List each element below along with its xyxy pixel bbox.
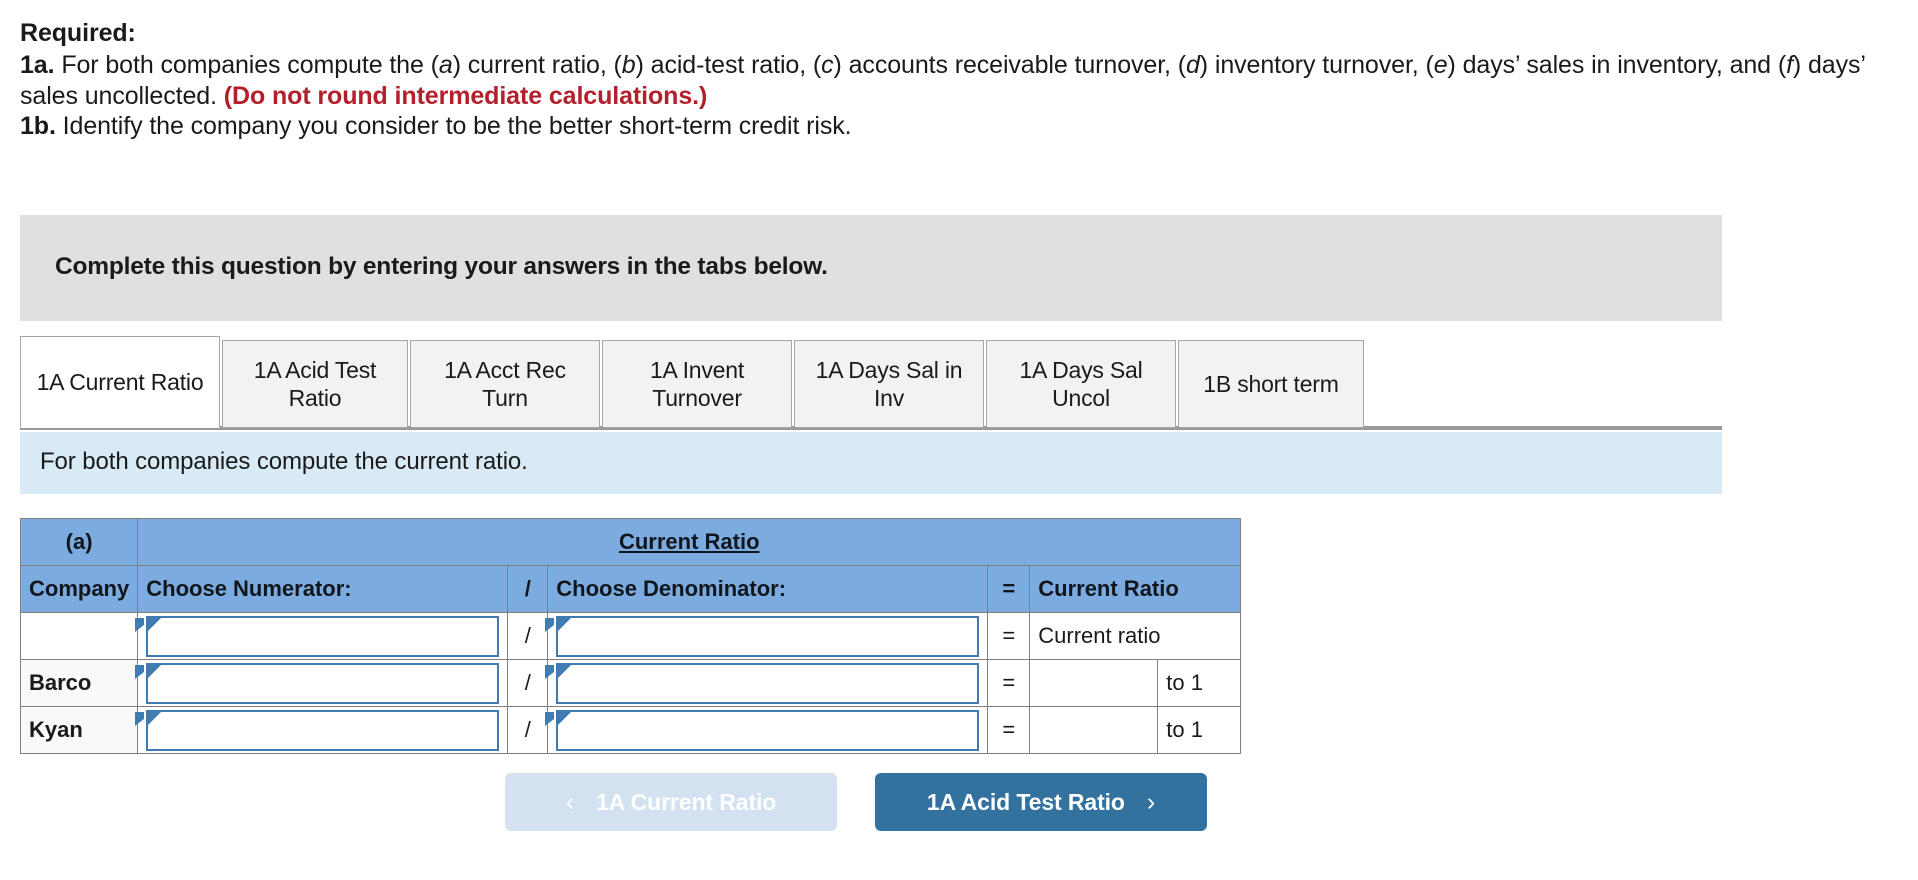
header-numerator: Choose Numerator: (137, 565, 509, 613)
tab-list: 1A Current Ratio 1A Acid Test Ratio 1A Acc… (20, 336, 1722, 428)
required-heading: Required: (20, 19, 136, 47)
required-item-1b: 1b. Identify the company you consider to… (20, 111, 1898, 142)
text-segment: Identify the company you consider to be … (55, 112, 852, 141)
tab-1a-days-sal-in-inv[interactable]: 1A Days Sal in Inv (794, 340, 984, 428)
text-segment: ) days’ sales in inventory, and ( (1447, 50, 1787, 79)
emphasis-text: c (821, 50, 834, 79)
tab-1a-days-sal-uncol[interactable]: 1A Days Sal Uncol (986, 340, 1176, 428)
instruction-banner: Complete this question by entering your … (20, 215, 1722, 321)
required-item-1b-text: Identify the company you consider to be … (56, 112, 852, 140)
row-1-denominator-cell (545, 659, 989, 707)
next-tab-label: 1A Acid Test Ratio (926, 788, 1125, 815)
dropdown-marker-icon (545, 664, 572, 679)
tab-1a-current-ratio[interactable]: 1A Current Ratio (20, 336, 220, 428)
text-segment: ) inventory turnover, ( (1199, 50, 1434, 79)
row-1-company: Barco (19, 659, 139, 707)
dropdown-marker-icon (135, 711, 162, 726)
header-company: Company (19, 565, 139, 613)
required-item-1a-label: 1a. (20, 50, 55, 79)
instruction-banner-text: Complete this question by entering your … (55, 253, 828, 280)
row-2-denominator-dropdown[interactable] (545, 709, 980, 751)
row-0-denominator-dropdown[interactable] (545, 615, 980, 657)
tab-1a-acid-test-ratio-label: 1A Acid Test Ratio (253, 356, 377, 411)
dropdown-marker-icon (545, 617, 572, 632)
tab-1a-days-sal-in-inv-label: 1A Days Sal in Inv (815, 356, 963, 411)
navigation-buttons: ‹ 1A Current Ratio 1A Acid Test Ratio › (505, 773, 1207, 831)
text-segment: ) acid-test ratio, ( (635, 50, 822, 79)
warning-text: (Do not round intermediate calculations.… (223, 81, 708, 110)
row-2-slash: / (507, 706, 549, 754)
tab-1b-short-term-label: 1B short term (1203, 370, 1339, 397)
question-instruction-text: For both companies compute the current r… (40, 448, 528, 475)
previous-tab-label: 1A Current Ratio (595, 788, 777, 815)
current-ratio-answer-table: (a) Current Ratio Company Choose Numerat… (19, 518, 1242, 754)
row-0-result-label: Current ratio (1029, 612, 1242, 660)
row-0-equals: = (987, 612, 1031, 660)
row-0-slash: / (507, 612, 549, 660)
row-2-numerator-dropdown[interactable] (135, 709, 500, 751)
emphasis-text: e (1433, 50, 1448, 79)
row-2-company: Kyan (19, 706, 139, 754)
required-item-1a-text: For both companies compute the (a) curre… (20, 51, 1865, 110)
tab-1a-current-ratio-label: 1A Current Ratio (36, 368, 204, 395)
tab-1a-invent-turnover-label: 1A Invent Turnover (649, 356, 745, 411)
table-row: Kyan / = to 1 (19, 706, 1242, 754)
dropdown-marker-icon (135, 664, 162, 679)
header-table-title: Current Ratio (137, 518, 1242, 566)
row-0-numerator-dropdown[interactable] (135, 615, 500, 657)
row-1-result-value[interactable] (1029, 659, 1159, 707)
emphasis-text: d (1185, 50, 1200, 79)
table-row: / = Current ratio (19, 612, 1242, 660)
row-1-equals: = (987, 659, 1031, 707)
required-item-1b-label: 1b. (20, 112, 56, 141)
required-item-1a: 1a. For both companies compute the (a) c… (20, 50, 1898, 112)
row-1-denominator-dropdown[interactable] (545, 662, 980, 704)
row-1-numerator-cell (135, 659, 509, 707)
tab-1b-short-term[interactable]: 1B short term (1178, 340, 1364, 428)
tab-1a-acid-test-ratio[interactable]: 1A Acid Test Ratio (222, 340, 408, 428)
header-part-label: (a) (19, 518, 139, 566)
tab-1a-acct-rec-turn[interactable]: 1A Acct Rec Turn (410, 340, 600, 428)
tab-1a-invent-turnover[interactable]: 1A Invent Turnover (602, 340, 792, 428)
row-2-result-value[interactable] (1029, 706, 1159, 754)
emphasis-text: b (621, 50, 636, 79)
required-section: Required: 1a. For both companies compute… (0, 0, 1918, 142)
header-result: Current Ratio (1029, 565, 1242, 613)
dropdown-marker-icon (135, 617, 162, 632)
emphasis-text: f (1786, 50, 1793, 79)
row-1-slash: / (507, 659, 549, 707)
question-instruction-bar: For both companies compute the current r… (20, 432, 1722, 494)
table-row: Barco / = to 1 (19, 659, 1242, 707)
tab-1a-acct-rec-turn-label: 1A Acct Rec Turn (444, 356, 566, 411)
header-denominator: Choose Denominator: (547, 565, 989, 613)
row-0-company (19, 612, 139, 660)
next-tab-button[interactable]: 1A Acid Test Ratio › (875, 773, 1207, 831)
header-slash: / (507, 565, 549, 613)
text-segment: ) current ratio, ( (452, 50, 622, 79)
row-1-numerator-dropdown[interactable] (135, 662, 500, 704)
tab-1a-days-sal-uncol-label: 1A Days Sal Uncol (1019, 356, 1143, 411)
row-2-result-suffix: to 1 (1157, 706, 1242, 754)
emphasis-text: a (438, 50, 453, 79)
text-segment: For both companies compute the ( (54, 50, 439, 79)
row-0-denominator-cell (545, 612, 989, 660)
table-header-title-row: (a) Current Ratio (19, 518, 1242, 566)
text-segment: ) accounts receivable turnover, ( (833, 50, 1187, 79)
chevron-left-icon: ‹ (565, 787, 574, 816)
row-2-denominator-cell (545, 706, 989, 754)
row-2-equals: = (987, 706, 1031, 754)
chevron-right-icon: › (1146, 787, 1156, 816)
table-column-header-row: Company Choose Numerator: / Choose Denom… (19, 565, 1242, 613)
header-equals: = (987, 565, 1031, 613)
row-0-numerator-cell (135, 612, 509, 660)
tab-strip: 1A Current Ratio 1A Acid Test Ratio 1A Acc… (20, 336, 1722, 430)
row-1-result-suffix: to 1 (1157, 659, 1242, 707)
dropdown-marker-icon (545, 711, 572, 726)
previous-tab-button[interactable]: ‹ 1A Current Ratio (505, 773, 837, 831)
row-2-numerator-cell (135, 706, 509, 754)
